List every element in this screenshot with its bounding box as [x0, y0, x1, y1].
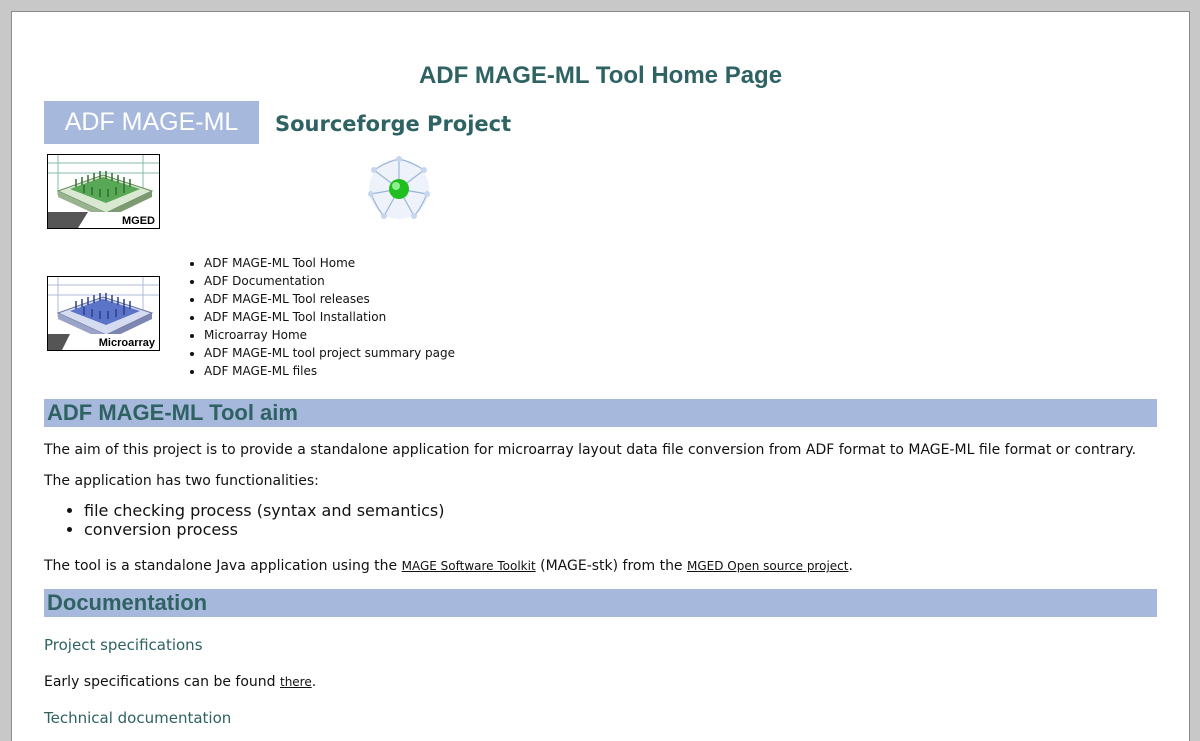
- nav-item: ADF MAGE-ML Tool Home: [204, 254, 455, 272]
- nav-item: ADF MAGE-ML Tool Installation: [204, 308, 455, 326]
- nav-item: ADF MAGE-ML Tool releases: [204, 290, 455, 308]
- browser-page: ADF MAGE-ML Tool Home Page ADF MAGE-ML T…: [11, 11, 1190, 741]
- nav-link-installation[interactable]: ADF MAGE-ML Tool Installation: [204, 310, 386, 324]
- toolkit-text-suffix: .: [848, 558, 853, 574]
- sourceforge-project-heading: Sourceforge Project: [275, 112, 512, 136]
- nav-item: Microarray Home: [204, 326, 455, 344]
- nav-item: ADF Documentation: [204, 272, 455, 290]
- microarray-chip-image[interactable]: Microarray: [47, 276, 160, 351]
- toolkit-text-middle: (MAGE-stk) from the: [535, 558, 687, 574]
- there-link[interactable]: there: [280, 675, 312, 689]
- aim-section-heading: ADF MAGE-ML Tool aim: [44, 399, 1157, 427]
- nav-link-documentation[interactable]: ADF Documentation: [204, 274, 325, 288]
- toolkit-text-prefix: The tool is a standalone Java applicatio…: [44, 558, 402, 574]
- mged-label: MGED: [122, 215, 155, 227]
- nav-link-home[interactable]: ADF MAGE-ML Tool Home: [204, 256, 355, 270]
- nav-link-microarray-home[interactable]: Microarray Home: [204, 328, 307, 342]
- list-item: file checking process (syntax and semant…: [84, 501, 445, 520]
- early-specs-prefix: Early specifications can be found: [44, 674, 280, 690]
- nav-item: ADF MAGE-ML files: [204, 362, 455, 380]
- early-specs-suffix: .: [311, 674, 317, 690]
- microarray-label: Microarray: [98, 337, 155, 349]
- technical-documentation-heading: Technical documentation: [44, 709, 232, 727]
- network-globe-icon: [366, 156, 432, 226]
- aim-paragraph: The aim of this project is to provide a …: [44, 442, 1137, 458]
- early-specs-paragraph: Early specifications can be found there.: [44, 673, 316, 691]
- nav-link-releases[interactable]: ADF MAGE-ML Tool releases: [204, 292, 370, 306]
- documentation-section-heading: Documentation: [44, 589, 1157, 617]
- nav-item: ADF MAGE-ML tool project summary page: [204, 344, 455, 362]
- functionalities-list: file checking process (syntax and semant…: [62, 501, 445, 539]
- mged-chip-image[interactable]: MGED: [47, 154, 160, 229]
- mged-open-source-link[interactable]: MGED Open source project: [687, 559, 848, 573]
- project-specifications-heading: Project specifications: [44, 636, 203, 654]
- list-item: conversion process: [84, 520, 445, 539]
- toolkit-paragraph: The tool is a standalone Java applicatio…: [44, 557, 853, 575]
- nav-link-project-summary[interactable]: ADF MAGE-ML tool project summary page: [204, 346, 455, 360]
- nav-link-files[interactable]: ADF MAGE-ML files: [204, 364, 317, 378]
- functionalities-intro: The application has two functionalities:: [44, 473, 319, 489]
- nav-link-list: ADF MAGE-ML Tool Home ADF Documentation …: [182, 254, 455, 380]
- mage-software-toolkit-link[interactable]: MAGE Software Toolkit: [402, 559, 536, 573]
- page-title: ADF MAGE-ML Tool Home Page: [418, 62, 783, 89]
- tool-logo: ADF MAGE-ML Tool: [44, 101, 259, 179]
